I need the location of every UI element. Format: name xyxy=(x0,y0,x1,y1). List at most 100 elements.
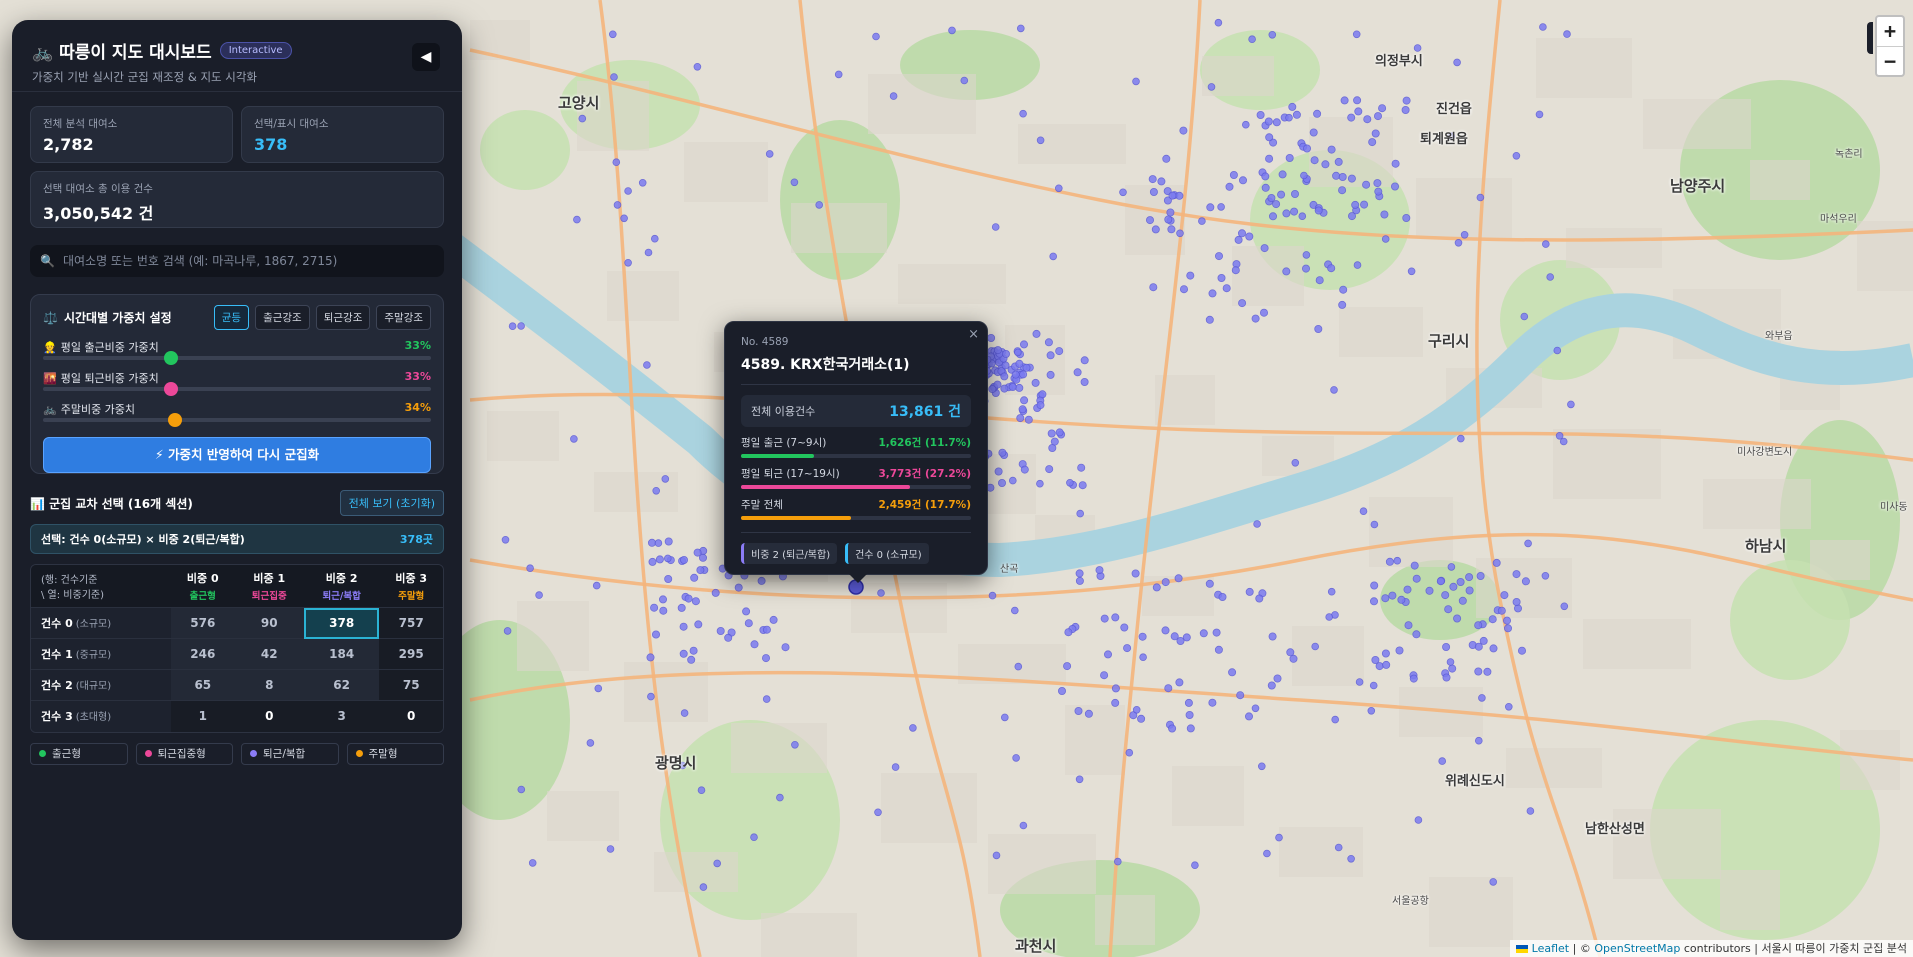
leaflet-link[interactable]: Leaflet xyxy=(1532,942,1569,955)
matrix-column-header[interactable]: 비중 3 주말형 xyxy=(379,565,443,608)
popup-total-label: 전체 이용건수 xyxy=(751,405,816,418)
station-marker xyxy=(1359,507,1368,516)
matrix-cell[interactable]: 3 xyxy=(303,700,380,732)
matrix-row-header[interactable]: 건수 2 (대규모) xyxy=(31,669,171,701)
map-urban-block xyxy=(1810,540,1870,580)
station-marker xyxy=(1331,715,1339,724)
legend-dot-icon xyxy=(39,750,46,757)
matrix-cell[interactable]: 90 xyxy=(234,607,304,639)
apply-weights-button[interactable]: ⚡ 가중치 반영하여 다시 군집화 xyxy=(43,437,431,473)
reset-view-button[interactable]: 전체 보기 (초기화) xyxy=(339,490,444,516)
station-marker xyxy=(1000,372,1009,381)
matrix-row: 건수 2 (대규모) 65 8 62 75 xyxy=(31,669,443,701)
station-marker xyxy=(750,640,759,649)
matrix-column-header[interactable]: 비중 1 퇴근집중 xyxy=(234,565,304,608)
right-panel-tab[interactable] xyxy=(1867,22,1873,54)
station-marker xyxy=(1166,208,1175,217)
legend-item[interactable]: 퇴근집중형 xyxy=(135,742,233,765)
matrix-column-header[interactable]: 비중 0 출근형 xyxy=(171,565,235,608)
station-marker xyxy=(697,786,706,794)
station-marker xyxy=(1231,266,1240,275)
station-marker xyxy=(1371,129,1380,138)
legend-item[interactable]: 주말형 xyxy=(346,742,444,765)
column-name: 비중 1 xyxy=(253,572,286,585)
matrix-cell[interactable]: 1 xyxy=(171,700,235,732)
station-marker xyxy=(1205,579,1214,588)
station-marker xyxy=(1217,273,1226,282)
matrix-cell[interactable]: 65 xyxy=(171,669,235,701)
map-urban-block xyxy=(1720,870,1780,930)
station-marker xyxy=(781,643,790,652)
station-marker xyxy=(517,322,525,330)
preset-equal-button[interactable]: 균등 xyxy=(213,305,250,330)
map-urban-block xyxy=(1095,895,1155,945)
station-marker xyxy=(1245,232,1254,241)
matrix-cell[interactable]: 62 xyxy=(303,669,380,701)
station-marker xyxy=(1444,605,1453,614)
map-urban-block xyxy=(1476,558,1572,618)
matrix-corner-line: (행: 건수기준 xyxy=(41,575,98,586)
legend-item[interactable]: 출근형 xyxy=(30,742,128,765)
station-marker xyxy=(1268,30,1277,39)
station-marker xyxy=(687,655,696,664)
station-marker xyxy=(988,591,997,600)
slider-icon: 🌇 xyxy=(43,372,57,385)
station-marker xyxy=(689,646,698,655)
matrix-cell[interactable]: 295 xyxy=(379,638,443,670)
station-marker xyxy=(1393,556,1402,565)
popup-close-button[interactable]: × xyxy=(968,327,979,342)
slider-thumb[interactable] xyxy=(167,413,182,427)
station-marker xyxy=(646,653,655,662)
weight-slider[interactable] xyxy=(43,413,431,427)
matrix-row-header[interactable]: 건수 0 (소규모) xyxy=(31,607,171,639)
cluster-header: 📊 군집 교차 선택 (16개 섹션) 전체 보기 (초기화) xyxy=(30,490,444,516)
matrix-cell[interactable]: 184 xyxy=(303,638,380,670)
station-marker xyxy=(613,201,622,209)
legend-dot-icon xyxy=(355,750,363,757)
preset-commute-in-button[interactable]: 출근강조 xyxy=(255,305,310,330)
zoom-out-button[interactable]: − xyxy=(1877,46,1903,75)
matrix-row-header[interactable]: 건수 3 (초대형) xyxy=(31,700,171,732)
station-marker xyxy=(1066,478,1074,487)
matrix-cell[interactable]: 75 xyxy=(379,669,443,701)
matrix-cell[interactable]: 42 xyxy=(234,638,304,670)
station-marker xyxy=(1125,748,1134,757)
station-marker xyxy=(1198,217,1206,225)
station-marker xyxy=(1373,179,1382,188)
station-marker xyxy=(1378,104,1387,113)
matrix-cell[interactable]: 0 xyxy=(379,700,443,732)
matrix-cell[interactable]: 576 xyxy=(171,607,235,639)
station-marker xyxy=(1260,244,1269,253)
selection-count: 378곳 xyxy=(399,533,433,546)
matrix-cell[interactable]: 378 xyxy=(303,607,380,639)
matrix-cell[interactable]: 246 xyxy=(171,638,235,670)
station-marker xyxy=(1414,816,1423,824)
station-marker xyxy=(1120,623,1129,632)
matrix-cell[interactable]: 8 xyxy=(234,669,304,701)
matrix-cell[interactable]: 0 xyxy=(234,700,304,732)
station-marker xyxy=(1080,377,1089,386)
matrix-cell[interactable]: 757 xyxy=(379,607,443,639)
station-marker xyxy=(1264,117,1273,126)
matrix-row-header[interactable]: 건수 1 (중규모) xyxy=(31,638,171,670)
preset-commute-out-button[interactable]: 퇴근강조 xyxy=(315,305,371,330)
osm-link[interactable]: OpenStreetMap xyxy=(1594,942,1680,955)
weight-slider[interactable] xyxy=(43,382,431,396)
zoom-in-button[interactable]: + xyxy=(1877,17,1903,46)
station-marker xyxy=(1409,674,1418,683)
slider-thumb[interactable] xyxy=(164,351,179,365)
weights-title: 시간대별 가중치 설정 xyxy=(63,311,172,325)
slider-thumb[interactable] xyxy=(164,382,179,396)
matrix-column-header[interactable]: 비중 2 퇴근/복합 xyxy=(303,565,380,608)
stat-label: 선택/표시 대여소 xyxy=(254,118,329,130)
legend-item[interactable]: 퇴근/복합 xyxy=(241,742,339,765)
collapse-panel-button[interactable]: ◀ xyxy=(412,43,440,71)
preset-weekend-button[interactable]: 주말강조 xyxy=(376,305,431,330)
station-marker xyxy=(1521,577,1530,586)
station-marker xyxy=(648,538,657,547)
station-marker xyxy=(711,588,720,597)
map-attribution: Leaflet | © OpenStreetMap contributors |… xyxy=(1510,940,1913,957)
search-input[interactable] xyxy=(62,254,434,268)
weight-slider[interactable] xyxy=(43,351,431,365)
station-marker xyxy=(1401,106,1410,115)
